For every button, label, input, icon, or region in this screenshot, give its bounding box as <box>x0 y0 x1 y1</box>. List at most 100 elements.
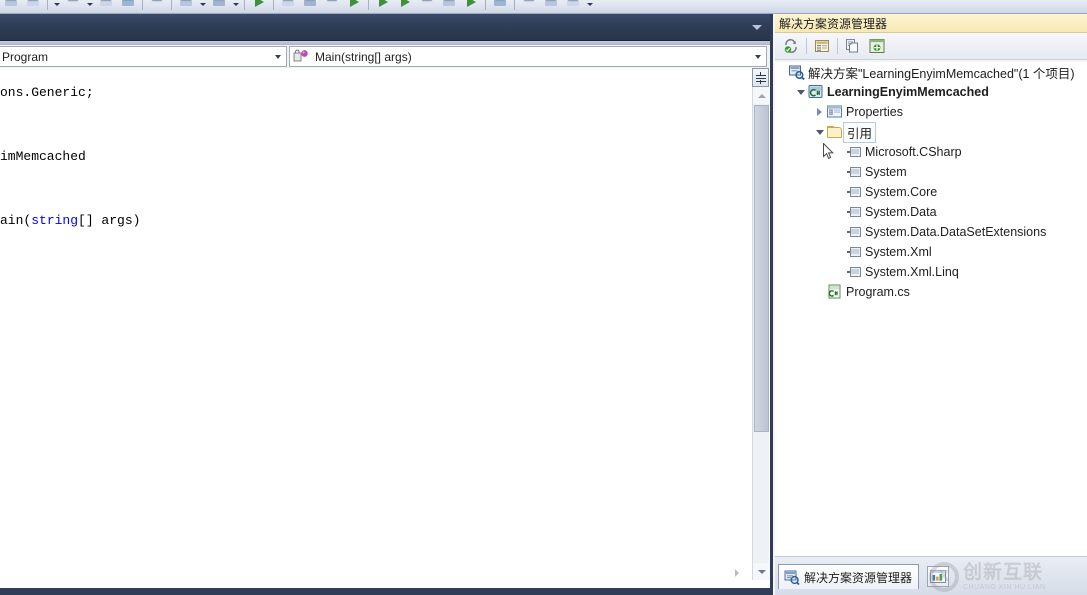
watermark-mark: X <box>939 569 950 585</box>
tree-item[interactable]: 引用 <box>775 122 1087 142</box>
tree-item-label: LearningEnyimMemcached <box>827 85 989 99</box>
scroll-down-arrow[interactable] <box>753 563 770 580</box>
scroll-up-arrow[interactable] <box>753 87 770 104</box>
refresh-icon[interactable] <box>779 35 803 57</box>
step-out-icon[interactable] <box>460 0 482 13</box>
platform-icon[interactable] <box>208 0 230 13</box>
tree-item-label: System.Data <box>865 205 937 219</box>
editor-vertical-scrollbar[interactable] <box>752 87 769 580</box>
find-icon[interactable] <box>277 0 299 13</box>
redo-dropdown-icon[interactable] <box>84 0 95 13</box>
tree-expander-placeholder <box>832 242 845 262</box>
show-all-files-icon[interactable] <box>841 35 865 57</box>
step-over-icon[interactable] <box>394 0 416 13</box>
navigate-forward-icon[interactable] <box>117 0 139 13</box>
scroll-right-arrow[interactable] <box>730 566 744 580</box>
quick-find-icon[interactable] <box>321 0 343 13</box>
tree-item[interactable]: System.Xml <box>775 242 1087 262</box>
reference-icon <box>845 184 863 200</box>
tree-item[interactable]: Properties <box>775 102 1087 122</box>
config-dropdown-icon[interactable] <box>197 0 208 13</box>
reference-icon <box>845 164 863 180</box>
uncomment-icon[interactable] <box>540 0 562 13</box>
toolbar-separator <box>806 38 807 54</box>
folder-icon <box>826 124 844 140</box>
code-token: imMemcached <box>0 149 86 164</box>
tree-item[interactable]: System <box>775 162 1087 182</box>
properties-window-icon[interactable] <box>810 35 834 57</box>
code-token: ain( <box>0 213 31 228</box>
save-all-icon[interactable] <box>0 0 22 13</box>
comment-icon[interactable] <box>518 0 540 13</box>
view-designer-icon[interactable] <box>865 35 889 57</box>
undo-dropdown-icon[interactable] <box>51 0 62 13</box>
vertical-scroll-thumb[interactable] <box>754 105 769 432</box>
tree-expander-placeholder <box>775 62 788 82</box>
tree-item-label: Properties <box>846 105 903 119</box>
type-dropdown[interactable]: Program <box>0 46 287 67</box>
step-into-icon[interactable] <box>372 0 394 13</box>
toolbar-separator <box>368 0 369 10</box>
tree-item-label: Microsoft.CSharp <box>865 145 962 159</box>
panel-divider[interactable] <box>770 14 773 595</box>
navigate-backward-icon[interactable] <box>95 0 117 13</box>
mouse-cursor <box>823 143 835 161</box>
tree-expander-placeholder <box>832 222 845 242</box>
window2-icon[interactable] <box>438 0 460 13</box>
tree-item[interactable]: Microsoft.CSharp <box>775 142 1087 162</box>
member-dropdown[interactable]: Main(string[] args) <box>289 46 767 67</box>
watermark-pinyin: CHUANG XIN HU LIAN <box>963 584 1046 591</box>
chevron-right-icon[interactable] <box>813 102 826 122</box>
tree-item[interactable]: 解决方案"LearningEnyimMemcached"(1 个项目) <box>775 62 1087 82</box>
tree-item[interactable]: Program.cs <box>775 282 1087 302</box>
chevron-down-icon <box>755 55 761 59</box>
tree-item[interactable]: System.Xml.Linq <box>775 262 1087 282</box>
reference-icon <box>845 224 863 240</box>
solution-explorer-icon <box>783 569 801 585</box>
reference-icon <box>845 244 863 260</box>
undo-icon[interactable] <box>22 0 44 13</box>
window-icon[interactable] <box>416 0 438 13</box>
indent-icon[interactable] <box>562 0 584 13</box>
tree-item[interactable]: LearningEnyimMemcached <box>775 82 1087 102</box>
redo-icon[interactable] <box>62 0 84 13</box>
tree-item[interactable]: System.Core <box>775 182 1087 202</box>
tree-item-label: 引用 <box>843 122 876 143</box>
chevron-down-icon[interactable] <box>752 25 762 30</box>
overflow-icon[interactable] <box>584 0 595 13</box>
tree-expander-placeholder <box>832 202 845 222</box>
code-editor[interactable]: ons.Generic;imMemcachedain(string[] args… <box>0 68 752 580</box>
toolbar-separator <box>514 0 515 10</box>
platform-dropdown-icon[interactable] <box>230 0 241 13</box>
tree-expander-placeholder <box>832 162 845 182</box>
solution-config-icon[interactable] <box>175 0 197 13</box>
chevron-down-icon[interactable] <box>794 82 807 102</box>
toggle-icon[interactable] <box>146 0 168 13</box>
toolbar-separator <box>171 0 172 10</box>
reference-icon <box>845 264 863 280</box>
toolbar-separator <box>142 0 143 10</box>
type-dropdown-label: Program <box>0 50 48 64</box>
code-line: ons.Generic; <box>0 85 94 100</box>
split-editor-button[interactable] <box>752 68 769 87</box>
tree-item-label: System.Core <box>865 185 937 199</box>
code-line: imMemcached <box>0 149 86 164</box>
editor-bottom-border <box>0 588 770 595</box>
code-token: [] args) <box>78 213 140 228</box>
tree-item-label: System.Data.DataSetExtensions <box>865 225 1046 239</box>
tree-item-label: System.Xml.Linq <box>865 265 959 279</box>
toolbar-separator <box>485 0 486 10</box>
tree-item[interactable]: System.Data.DataSetExtensions <box>775 222 1087 242</box>
watermark: X 创新互联 CHUANG XIN HU LIAN <box>929 560 1079 594</box>
tab-solution-explorer[interactable]: 解决方案资源管理器 <box>778 564 919 589</box>
watermark-chinese: 创新互联 <box>963 563 1046 582</box>
code-token: ons.Generic; <box>0 85 94 100</box>
find-in-files-icon[interactable] <box>299 0 321 13</box>
solution-tree[interactable]: 解决方案"LearningEnyimMemcached"(1 个项目) Learn… <box>775 62 1087 556</box>
start-debug-icon[interactable] <box>248 0 270 13</box>
breakpoint-icon[interactable] <box>343 0 365 13</box>
chevron-down-icon[interactable] <box>813 122 826 142</box>
tree-item[interactable]: System.Data <box>775 202 1087 222</box>
hex-icon[interactable] <box>489 0 511 13</box>
solution-explorer-title-bar: 解决方案资源管理器 <box>775 14 1087 33</box>
